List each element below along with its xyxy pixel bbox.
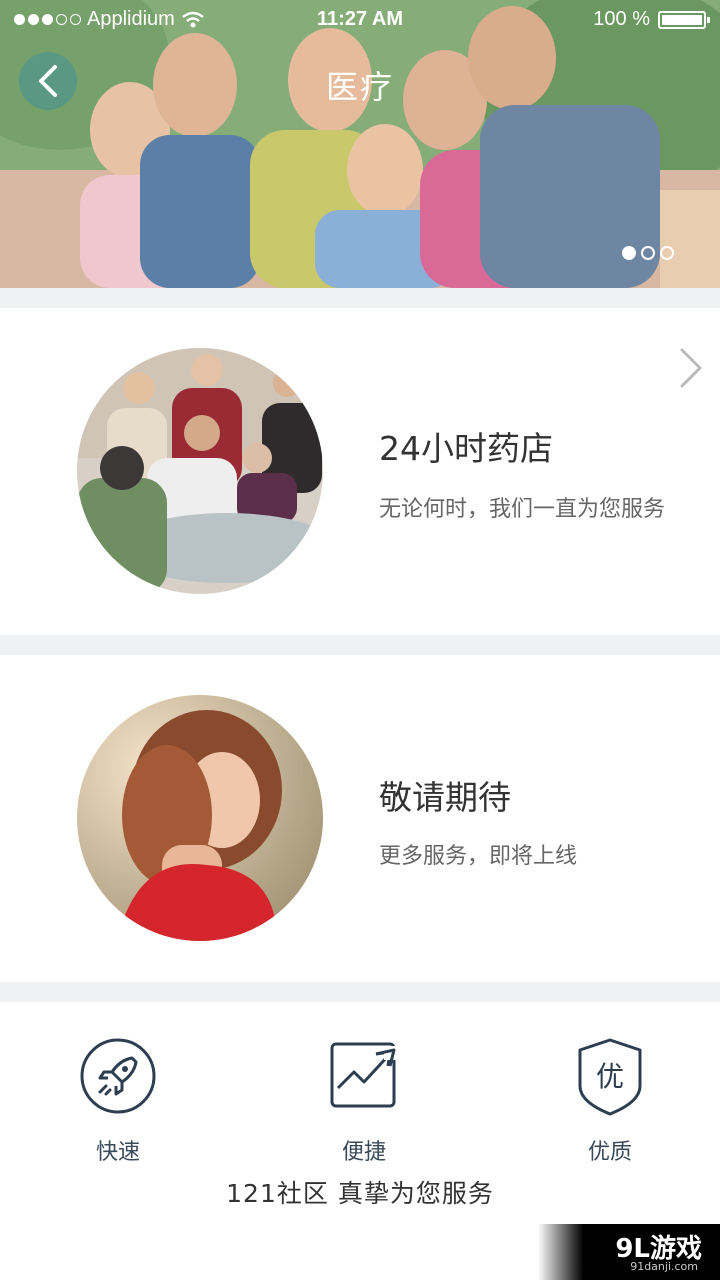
page-title: 医疗 (325, 68, 394, 106)
pager-dot[interactable] (641, 246, 655, 260)
service-title: 24小时药店 (379, 429, 553, 468)
feature-convenient[interactable]: 便捷 (294, 1036, 434, 1166)
service-title: 敬请期待 (379, 778, 511, 817)
service-subtitle: 更多服务，即将上线 (379, 844, 578, 869)
battery-icon (658, 10, 710, 29)
feature-fast[interactable]: 快速 (48, 1036, 188, 1166)
chevron-right-icon[interactable] (676, 346, 706, 390)
feature-label: 优质 (587, 1140, 632, 1165)
rocket-icon (80, 1038, 156, 1114)
medical-page: Applidium 11:27 AM 100 % 医疗 24小时药店 无论何时，… (0, 0, 720, 1280)
feature-label: 便捷 (341, 1140, 386, 1165)
woman-portrait-photo (77, 695, 323, 941)
elderly-care-photo (77, 348, 323, 594)
feature-label: 快速 (95, 1140, 140, 1165)
trend-chart-icon (330, 1042, 400, 1108)
carousel-pager[interactable] (622, 246, 674, 260)
watermark-url: 91danji.com (630, 1260, 698, 1273)
service-card-pharmacy[interactable]: 24小时药店 无论何时，我们一直为您服务 (0, 308, 720, 635)
pager-dot[interactable] (660, 246, 674, 260)
family-photo (0, 0, 720, 288)
watermark-logo: 9L游戏 91danji.com (538, 1224, 720, 1280)
service-card-coming-soon[interactable]: 敬请期待 更多服务，即将上线 (0, 655, 720, 982)
status-bar: Applidium 11:27 AM 100 % (0, 0, 720, 40)
hero-banner[interactable]: Applidium 11:27 AM 100 % 医疗 (0, 0, 720, 288)
pager-dot[interactable] (622, 246, 636, 260)
shield-quality-icon: 优 (578, 1038, 642, 1116)
feature-quality[interactable]: 优 优质 (540, 1036, 680, 1166)
battery-percent: 100 % (593, 8, 650, 30)
service-subtitle: 无论何时，我们一直为您服务 (379, 497, 666, 522)
slogan-text: 121社区 真挚为您服务 (226, 1179, 494, 1208)
svg-text:优: 优 (596, 1060, 624, 1093)
